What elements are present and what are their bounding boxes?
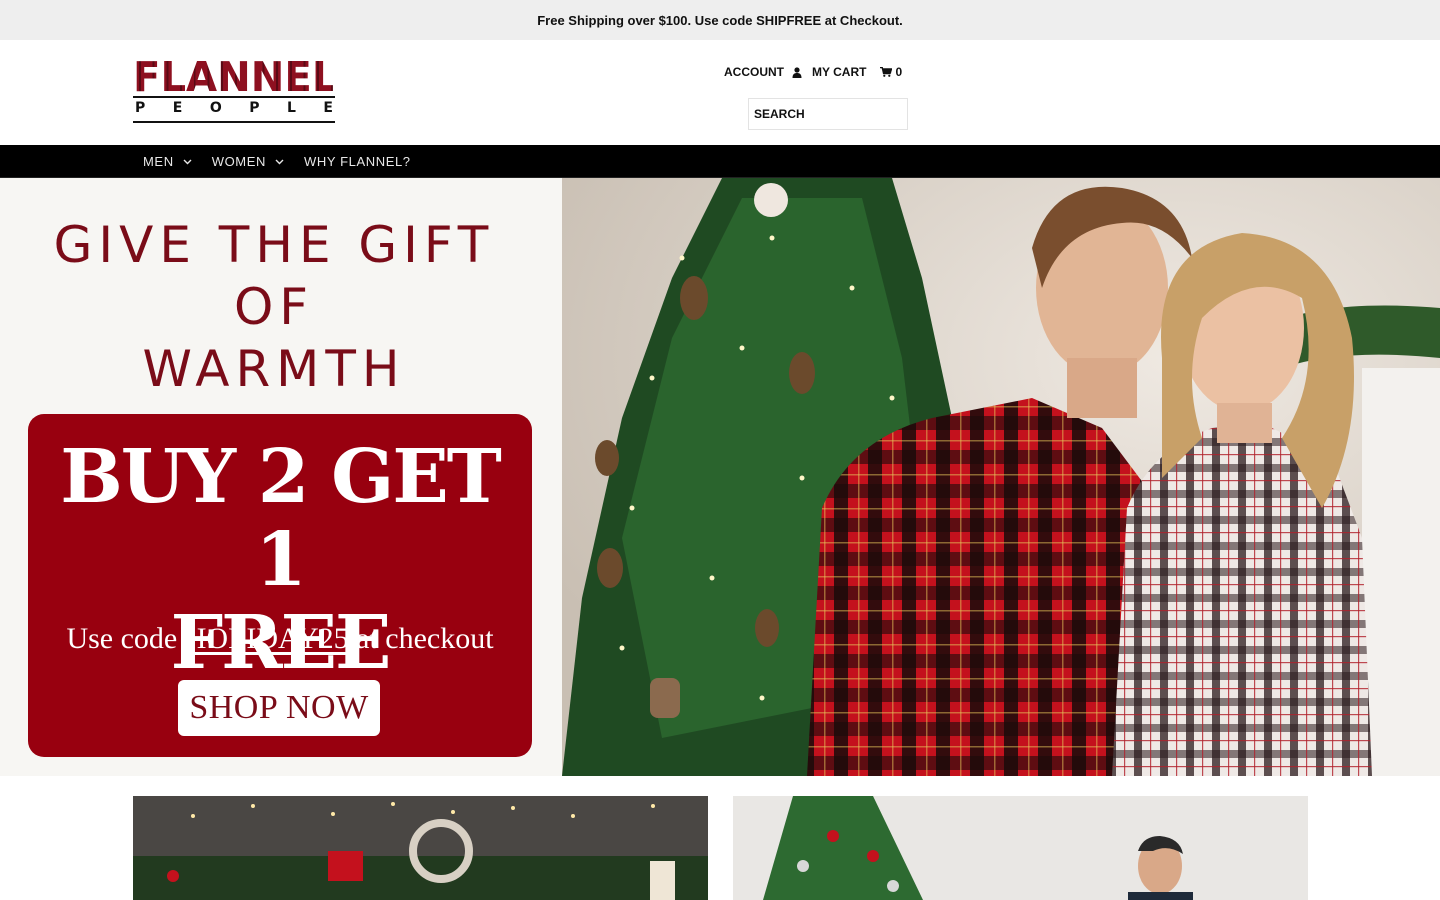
hero-headline-line: OF — [233, 278, 315, 336]
account-link[interactable]: ACCOUNT — [724, 65, 784, 79]
user-icon[interactable] — [792, 66, 802, 78]
promo-code-text: Use code HOLIDAY25 at checkout — [28, 622, 532, 656]
promo-code-prefix: Use code — [66, 622, 185, 655]
hero-promo-panel: GIVE THE GIFT OF WARMTH BUY 2 GET 1 FREE… — [0, 178, 562, 776]
logo-wordmark: FLANNEL — [133, 53, 338, 101]
announcement-text: Free Shipping over $100. Use code SHIPFR… — [537, 12, 903, 28]
shop-now-button[interactable]: SHOP NOW — [178, 680, 380, 736]
logo-letter: P — [249, 100, 260, 116]
hero-headline: GIVE THE GIFT OF WARMTH — [0, 214, 548, 400]
hero-headline-line: GIVE THE GIFT — [53, 216, 495, 274]
category-tile-holiday-decor[interactable] — [133, 796, 708, 900]
logo-rule-top — [133, 96, 335, 98]
category-tiles — [0, 776, 1440, 900]
hero-headline-line: WARMTH — [142, 340, 406, 398]
tile-photo-man-tree — [733, 796, 1308, 900]
hero-photo-illustration — [562, 178, 1440, 776]
logo-letter: E — [323, 100, 333, 116]
logo-rule-bottom — [133, 121, 335, 123]
tile-photo-mantel — [133, 796, 708, 900]
search-input[interactable] — [748, 98, 908, 130]
logo-letter: P — [135, 100, 146, 116]
logo-subword: P E O P L E — [133, 100, 335, 116]
logo-letter: O — [209, 100, 222, 116]
promo-box: BUY 2 GET 1 FREE Use code HOLIDAY25 at c… — [28, 414, 532, 757]
hero-banner[interactable]: GIVE THE GIFT OF WARMTH BUY 2 GET 1 FREE… — [0, 178, 1440, 776]
cart-link[interactable]: MY CART — [812, 65, 866, 79]
category-tile-men[interactable] — [733, 796, 1308, 900]
site-logo[interactable]: FLANNEL P E O P L E — [133, 57, 337, 163]
cart-icon[interactable] — [880, 67, 893, 77]
announcement-bar: Free Shipping over $100. Use code SHIPFR… — [0, 0, 1440, 40]
promo-code-suffix: at checkout — [348, 622, 494, 655]
promo-code: HOLIDAY25 — [184, 622, 349, 655]
cart-count[interactable]: 0 — [895, 65, 902, 79]
logo-letter: E — [172, 100, 183, 116]
utility-links: ACCOUNT MY CART 0 — [724, 65, 902, 79]
hero-photo-couple-plaid-pajamas — [562, 178, 1440, 776]
site-header: FLANNEL P E O P L E ACCOUNT MY CART 0 — [0, 40, 1440, 145]
logo-letter: L — [286, 100, 296, 116]
promo-offer-line: BUY 2 GET 1 — [60, 434, 502, 603]
